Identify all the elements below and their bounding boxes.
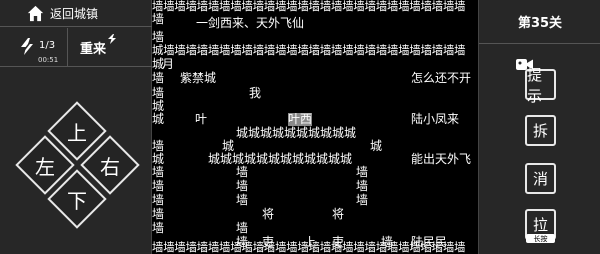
restart-button[interactable]: 重来 (80, 38, 106, 57)
back-to-town-button[interactable]: 返回城镇 (0, 0, 152, 27)
pull-label: 拉 (532, 216, 548, 234)
poem-text: 一剑西来、天外飞仙 (196, 16, 305, 30)
player-character: 我 (249, 86, 262, 100)
hint-button[interactable]: 提示 (525, 66, 556, 105)
eliminate-button[interactable]: 消 (525, 163, 556, 194)
bottom-wall-cell: 墙 (236, 235, 249, 249)
inner-wall-cell: 墙 (356, 179, 369, 193)
forbidden-city-text: 紫禁城 (180, 71, 217, 85)
inner-wall-cell: 墙 (236, 193, 249, 207)
inner-wall-cell: 墙 (236, 179, 249, 193)
energy-timer: 00:51 (38, 56, 59, 64)
restart-bolt-icon (108, 34, 116, 44)
left-wall-cell: 墙 (152, 179, 165, 193)
eliminate-label: 消 (532, 170, 548, 188)
left-wall-cell: 墙 (152, 193, 165, 207)
city-row-lower: 城城城城城城城城城城城城 (208, 152, 353, 166)
left-wall-cell: 墙 (152, 165, 165, 179)
lu-xiaofeng-text: 陆小凤来 (411, 112, 460, 126)
general-right: 将 (332, 207, 345, 221)
right-tool-panel: 第35关 提示 拆 消 拉 长按 (478, 0, 600, 254)
home-icon (27, 5, 44, 21)
question-text: 怎么还不开 (411, 71, 472, 85)
level-indicator: 第35关 (479, 0, 600, 44)
back-to-town-label: 返回城镇 (50, 6, 99, 21)
inner-wall-cell: 墙 (356, 193, 369, 207)
dismantle-button[interactable]: 拆 (525, 115, 556, 146)
energy-count: 1/3 (39, 40, 56, 51)
hint-label: 提示 (527, 65, 543, 105)
lu-people-text: 陆民民 (411, 235, 448, 249)
left-wall-cell: 墙 (152, 207, 165, 221)
left-wall-cell: 墙 (152, 12, 165, 26)
left-wall-cell: 城 (152, 112, 165, 126)
city-row-upper: 城城城城城城城城城城 (236, 126, 357, 140)
inner-wall-cell: 墙 (381, 235, 394, 249)
city-single-right: 城 (370, 139, 383, 153)
ye-char: 叶 (195, 112, 208, 126)
moon-char: 月 (162, 57, 175, 71)
general-left: 将 (262, 207, 275, 221)
ye-xi-text: 叶西 (288, 112, 313, 126)
left-wall-cell: 墙 (152, 30, 165, 44)
official-cell: 吏 (262, 235, 275, 249)
inner-wall-cell: 墙 (236, 221, 249, 235)
left-control-panel: 返回城镇 1/3 00:51 重来 上 左 右 下 (0, 0, 152, 254)
inner-wall-cell: 墙 (236, 165, 249, 179)
left-wall-cell: 墙 (152, 71, 165, 85)
inner-wall-cell: 墙 (356, 165, 369, 179)
lightning-bolt-icon (21, 38, 33, 55)
dismantle-label: 拆 (532, 122, 548, 140)
escape-text: 能出天外飞 (411, 152, 472, 166)
top-wall-row: 墙墙墙墙墙墙墙墙墙墙墙墙墙墙墙墙墙墙墙墙墙墙墙墙墙墙墙墙 (152, 0, 466, 13)
energy-status: 1/3 00:51 (0, 28, 68, 67)
long-press-note: 长按 (526, 234, 555, 243)
second-wall-row: 城墙墙墙墙墙墙墙墙墙墙墙墙墙墙墙墙墙墙墙墙墙墙墙墙墙墙墙 (152, 43, 466, 57)
official-cell: 吏 (332, 235, 345, 249)
status-row: 1/3 00:51 重来 (0, 28, 152, 67)
left-wall-cell: 墙 (152, 221, 165, 235)
official-cell: 上 (304, 235, 317, 249)
game-board: 墙墙墙墙墙墙墙墙墙墙墙墙墙墙墙墙墙墙墙墙墙墙墙墙墙墙墙墙 城墙墙墙墙墙墙墙墙墙墙… (152, 0, 478, 254)
